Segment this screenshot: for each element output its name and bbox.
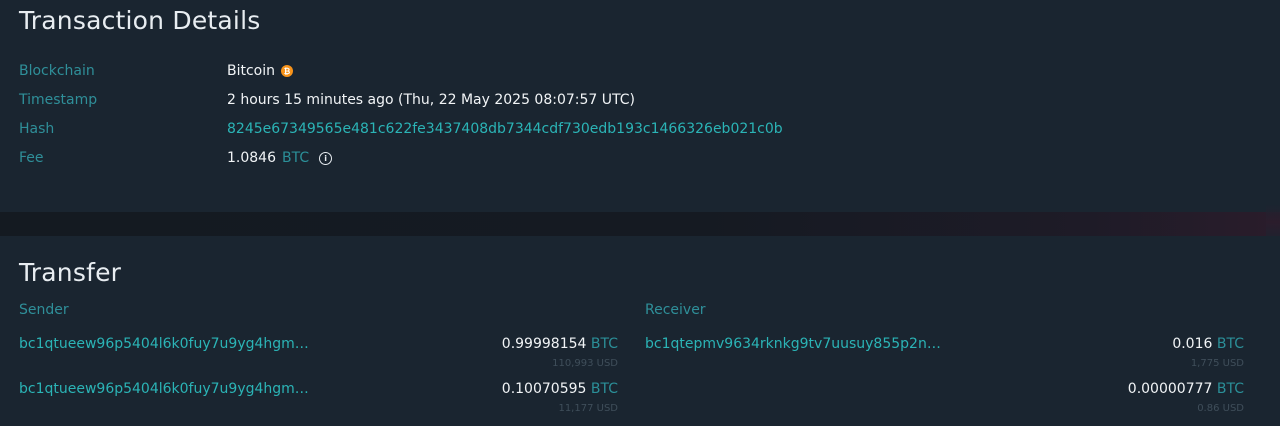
receiver-usd-value: 0.86 USD bbox=[1197, 403, 1244, 414]
hash-link[interactable]: 8245e67349565e481c622fe3437408db7344cdf7… bbox=[227, 121, 783, 137]
fee-label: Fee bbox=[19, 150, 44, 166]
timestamp-value: 2 hours 15 minutes ago (Thu, 22 May 2025… bbox=[227, 92, 635, 108]
hash-label: Hash bbox=[19, 121, 55, 137]
transaction-details-panel: Transaction Details Blockchain Bitcoin ₿… bbox=[0, 0, 1280, 212]
sender-amount: 0.10070595 bbox=[501, 381, 587, 397]
fee-value-group: 1.0846 BTC i bbox=[227, 150, 333, 166]
receiver-amount-group: 0.00000777 BTC bbox=[1128, 381, 1244, 397]
receiver-address-link[interactable]: bc1qtepmv9634rknkg9tv7uusuy855p2n… bbox=[645, 336, 941, 352]
sender-address-link[interactable]: bc1qtueew96p5404l6k0fuy7u9yg4hgm… bbox=[19, 381, 309, 397]
info-icon[interactable]: i bbox=[319, 151, 333, 165]
timestamp-label: Timestamp bbox=[19, 92, 98, 108]
fee-currency: BTC bbox=[282, 150, 310, 166]
receiver-amount-group: 0.016 BTC bbox=[1172, 336, 1244, 352]
sender-address-link[interactable]: bc1qtueew96p5404l6k0fuy7u9yg4hgm… bbox=[19, 336, 309, 352]
sender-currency: BTC bbox=[590, 336, 618, 352]
blockchain-value: Bitcoin bbox=[227, 63, 276, 79]
sender-amount: 0.99998154 bbox=[501, 336, 587, 352]
page-title: Transaction Details bbox=[19, 6, 261, 35]
receiver-amount: 0.016 bbox=[1172, 336, 1213, 352]
sender-header: Sender bbox=[19, 302, 69, 318]
receiver-amount: 0.00000777 bbox=[1127, 381, 1213, 397]
blockchain-label: Blockchain bbox=[19, 63, 95, 79]
receiver-header: Receiver bbox=[645, 302, 706, 318]
fee-amount: 1.0846 bbox=[227, 150, 276, 166]
section-divider bbox=[0, 212, 1280, 236]
receiver-usd-value: 1,775 USD bbox=[1190, 358, 1244, 369]
sender-usd-value: 110,993 USD bbox=[552, 358, 618, 369]
sender-amount-group: 0.99998154 BTC bbox=[502, 336, 618, 352]
blockchain-value-group: Bitcoin ₿ bbox=[227, 63, 294, 79]
receiver-currency: BTC bbox=[1216, 336, 1244, 352]
sender-amount-group: 0.10070595 BTC bbox=[502, 381, 618, 397]
transfer-title: Transfer bbox=[19, 258, 122, 287]
sender-usd-value: 11,177 USD bbox=[558, 403, 618, 414]
receiver-currency: BTC bbox=[1216, 381, 1244, 397]
bitcoin-icon: ₿ bbox=[281, 65, 294, 77]
divider-accent bbox=[1266, 204, 1280, 240]
sender-currency: BTC bbox=[590, 381, 618, 397]
transfer-panel: Transfer Sender Receiver bc1qtueew96p540… bbox=[0, 236, 1280, 426]
